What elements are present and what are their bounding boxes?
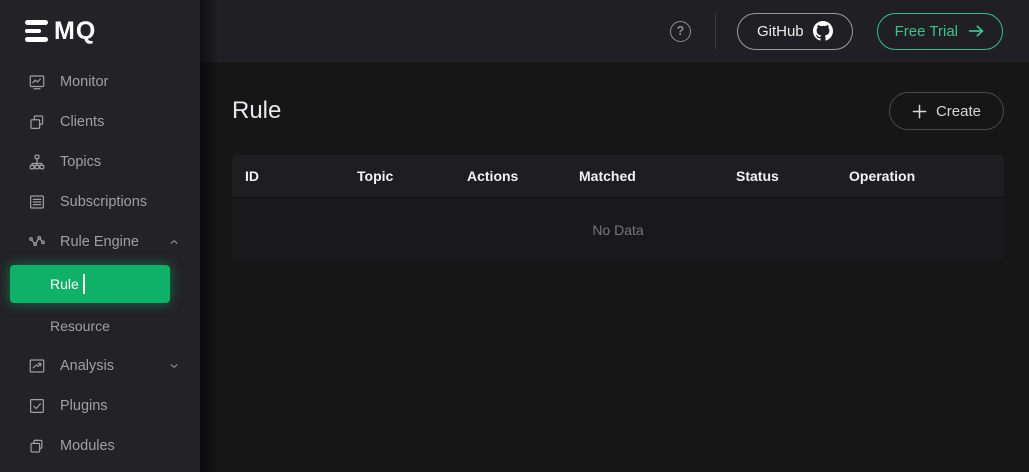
column-header-topic: Topic <box>357 168 467 184</box>
subscriptions-icon <box>28 193 46 211</box>
arrow-right-icon <box>968 24 985 38</box>
sidebar-subitem-rule-wrap: Rule <box>0 262 200 306</box>
rules-table: ID Topic Actions Matched Status Operatio… <box>232 155 1004 261</box>
sidebar-subitem-label: Rule <box>50 276 79 292</box>
help-icon[interactable]: ? <box>670 21 691 42</box>
column-header-operation: Operation <box>849 168 1004 184</box>
free-trial-label: Free Trial <box>895 23 958 40</box>
modules-icon <box>28 437 46 455</box>
create-button[interactable]: Create <box>889 92 1004 130</box>
sidebar-item-modules[interactable]: Modules <box>0 426 200 466</box>
github-button-label: GitHub <box>757 23 804 40</box>
create-button-label: Create <box>936 103 981 120</box>
column-header-id: ID <box>232 168 357 184</box>
sidebar-item-topics[interactable]: Topics <box>0 142 200 182</box>
sidebar-item-plugins[interactable]: Plugins <box>0 386 200 426</box>
topbar: ? GitHub Free Trial <box>200 0 1029 62</box>
sidebar-subitem-rule[interactable]: Rule <box>10 265 170 303</box>
plus-icon <box>912 104 927 119</box>
empty-state-text: No Data <box>232 198 1004 261</box>
sidebar: MQ Monitor <box>0 0 200 472</box>
sidebar-item-label: Plugins <box>60 398 108 414</box>
sidebar-item-label: Analysis <box>60 358 114 374</box>
chevron-up-icon <box>168 236 180 248</box>
column-header-actions: Actions <box>467 168 579 184</box>
sidebar-item-label: Subscriptions <box>60 194 147 210</box>
emq-logo-text: MQ <box>54 19 96 44</box>
column-header-matched: Matched <box>579 168 736 184</box>
monitor-icon <box>28 73 46 91</box>
sidebar-item-rule-engine[interactable]: Rule Engine <box>0 222 200 262</box>
page-header: Rule Create <box>232 91 1004 131</box>
sidebar-item-label: Topics <box>60 154 101 170</box>
clients-icon <box>28 113 46 131</box>
free-trial-button[interactable]: Free Trial <box>877 13 1003 50</box>
github-octocat-icon <box>813 21 833 41</box>
plugins-icon <box>28 397 46 415</box>
app-window: MQ Monitor <box>0 0 1029 472</box>
sidebar-item-label: Clients <box>60 114 104 130</box>
emq-logo[interactable]: MQ <box>0 0 200 62</box>
topbar-divider <box>715 13 716 49</box>
github-button[interactable]: GitHub <box>737 13 853 50</box>
sidebar-item-label: Modules <box>60 438 115 454</box>
sidebar-item-label: Rule Engine <box>60 234 139 250</box>
page-content: Rule Create ID Topic Actions M <box>200 91 1029 261</box>
chevron-down-icon <box>168 360 180 372</box>
help-glyph: ? <box>677 24 685 38</box>
sidebar-item-analysis[interactable]: Analysis <box>0 346 200 386</box>
rule-engine-icon <box>28 233 46 251</box>
sidebar-subitem-label: Resource <box>50 318 110 334</box>
text-cursor <box>83 274 85 294</box>
sidebar-item-subscriptions[interactable]: Subscriptions <box>0 182 200 222</box>
sidebar-item-monitor[interactable]: Monitor <box>0 62 200 102</box>
analysis-icon <box>28 357 46 375</box>
page-title: Rule <box>232 97 281 125</box>
sidebar-nav: Monitor Clients <box>0 62 200 466</box>
topics-icon <box>28 153 46 171</box>
sidebar-item-label: Monitor <box>60 74 108 90</box>
sidebar-item-clients[interactable]: Clients <box>0 102 200 142</box>
emq-logo-e-icon <box>25 20 48 42</box>
sidebar-subitem-resource[interactable]: Resource <box>0 306 200 346</box>
main-area: ? GitHub Free Trial <box>200 0 1029 472</box>
column-header-status: Status <box>736 168 849 184</box>
table-header-row: ID Topic Actions Matched Status Operatio… <box>232 155 1004 198</box>
